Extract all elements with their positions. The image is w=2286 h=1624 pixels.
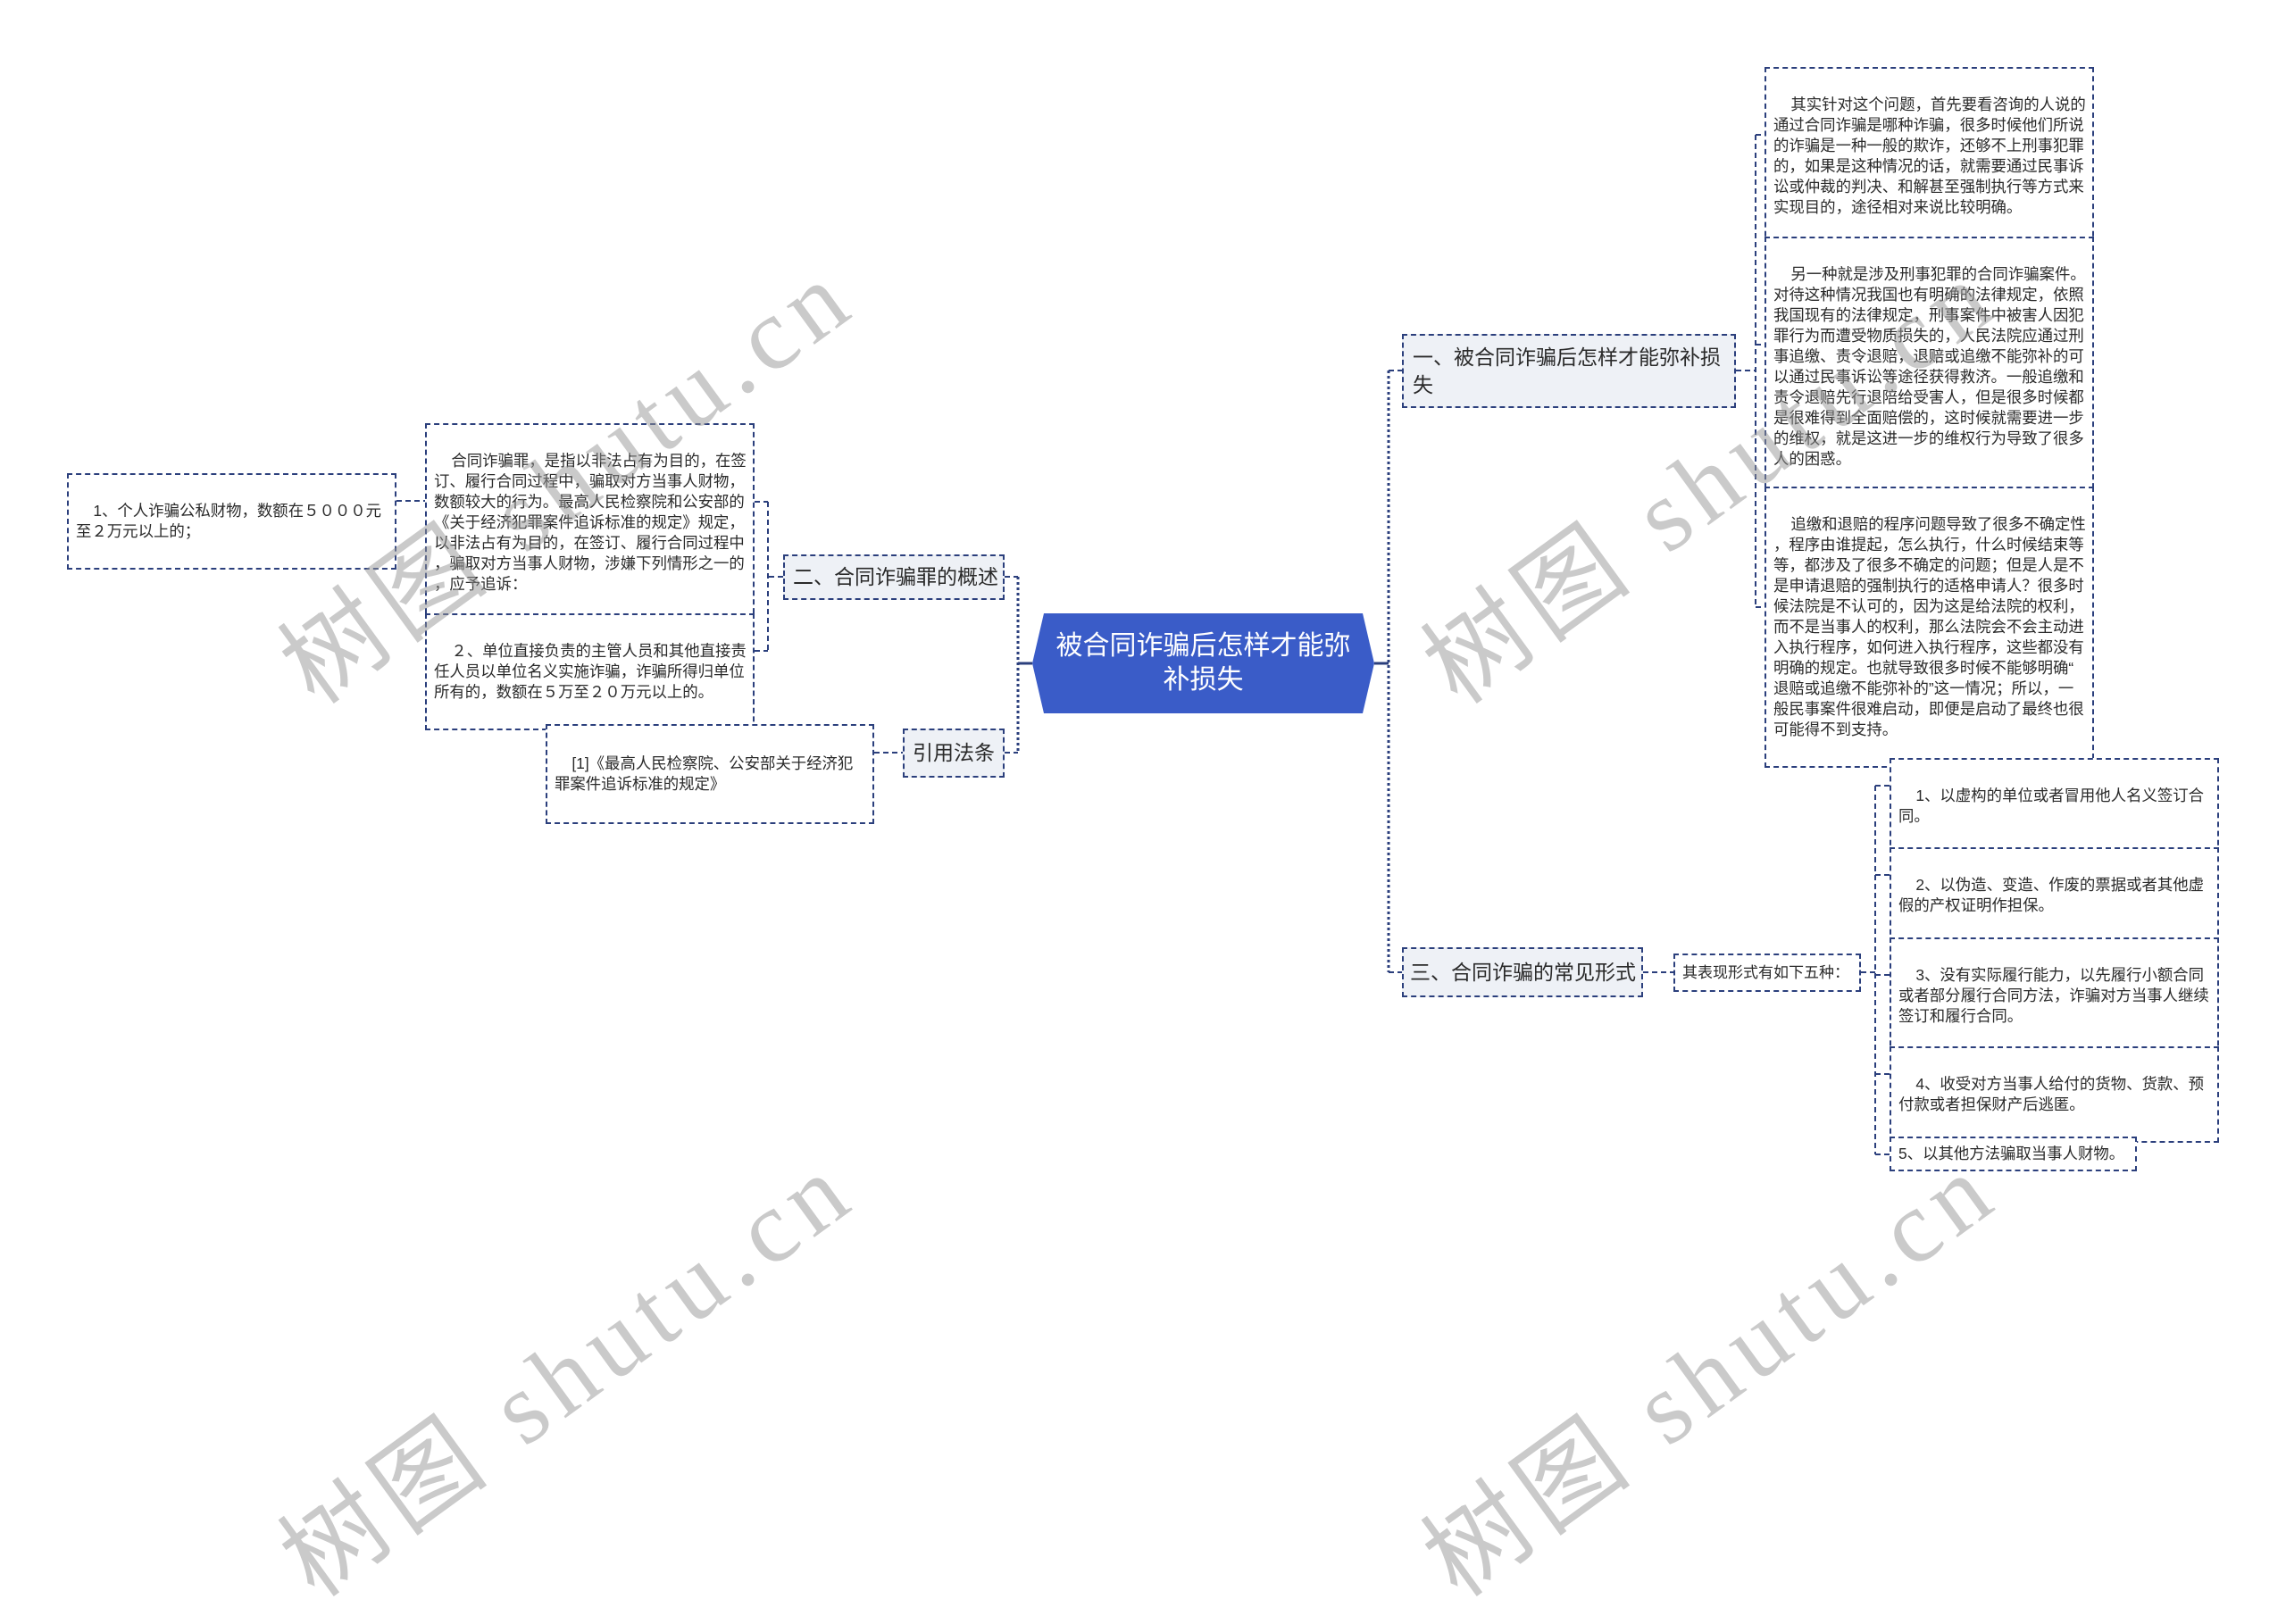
subtopic-five-forms: 其表现形式有如下五种： bbox=[1673, 954, 1861, 992]
note-text: 另一种就是涉及刑事犯罪的合同诈骗案件。对待这种情况我国也有明确的法律规定，依照我… bbox=[1773, 265, 2086, 468]
remedy-note-criminal: 另一种就是涉及刑事犯罪的合同诈骗案件。对待这种情况我国也有明确的法律规定，依照我… bbox=[1765, 237, 2094, 497]
form-item: 2、以伪造、变造、作废的票据或者其他虚假的产权证明作担保。 bbox=[1890, 847, 2219, 944]
remedy-note-procedure: 追缴和退赔的程序问题导致了很多不确定性，程序由谁提起，怎么执行，什么时候结束等等… bbox=[1765, 487, 2094, 768]
form-item: 5、以其他方法骗取当事人财物。 bbox=[1890, 1137, 2138, 1171]
form-item-text: 2、以伪造、变造、作废的票据或者其他虚假的产权证明作担保。 bbox=[1898, 876, 2205, 914]
root-topic: 被合同诈骗后怎样才能弥补损失 bbox=[1032, 613, 1374, 713]
note-text: 追缴和退赔的程序问题导致了很多不确定性，程序由谁提起，怎么执行，什么时候结束等等… bbox=[1773, 515, 2086, 738]
reference-text: [1]《最高人民检察院、公安部关于经济犯罪案件追诉标准的规定》 bbox=[555, 754, 854, 793]
criterion-text: ２、单位直接负责的主管人员和其他直接责任人员以单位名义实施诈骗，诈骗所得归单位所… bbox=[434, 642, 747, 701]
crime-definition: 合同诈骗罪，是指以非法占有为目的，在签订、履行合同过程中，骗取对方当事人财物，数… bbox=[425, 423, 755, 622]
topic-common-forms: 三、合同诈骗的常见形式 bbox=[1402, 947, 1643, 997]
mindmap-canvas: 被合同诈骗后怎样才能弥补损失 一、被合同诈骗后怎样才能弥补损失 其实针对这个问题… bbox=[0, 0, 2286, 1618]
topic-cited-law: 引用法条 bbox=[903, 729, 1005, 778]
remedy-note-civil: 其实针对这个问题，首先要看咨询的人说的通过合同诈骗是哪种诈骗，很多时候他们所说的… bbox=[1765, 67, 2094, 246]
topic-crime-overview: 二、合同诈骗罪的概述 bbox=[783, 554, 1005, 600]
form-item: 1、以虚构的单位或者冒用他人名义签订合同。 bbox=[1890, 758, 2219, 854]
form-item-text: 5、以其他方法骗取当事人财物。 bbox=[1898, 1145, 2125, 1162]
note-text: 其实针对这个问题，首先要看咨询的人说的通过合同诈骗是哪种诈骗，很多时候他们所说的… bbox=[1773, 96, 2086, 216]
form-item: 4、收受对方当事人给付的货物、货款、预付款或者担保财产后逃匿。 bbox=[1890, 1046, 2219, 1143]
prosecution-criterion-unit: ２、单位直接负责的主管人员和其他直接责任人员以单位名义实施诈骗，诈骗所得归单位所… bbox=[425, 613, 755, 730]
cited-law-reference: [1]《最高人民检察院、公安部关于经济犯罪案件追诉标准的规定》 bbox=[546, 724, 874, 824]
criterion-text: 1、个人诈骗公私财物，数额在５０００元至２万元以上的； bbox=[76, 502, 382, 540]
subtopic-label: 其表现形式有如下五种： bbox=[1682, 963, 1849, 981]
form-item: 3、没有实际履行能力，以先履行小额合同或者部分履行合同方法，诈骗对方当事人继续签… bbox=[1890, 937, 2219, 1054]
definition-text: 合同诈骗罪，是指以非法占有为目的，在签订、履行合同过程中，骗取对方当事人财物，数… bbox=[434, 452, 747, 593]
form-item-text: 3、没有实际履行能力，以先履行小额合同或者部分履行合同方法，诈骗对方当事人继续签… bbox=[1898, 966, 2209, 1025]
form-item-text: 1、以虚构的单位或者冒用他人名义签订合同。 bbox=[1898, 787, 2205, 825]
topic-label: 三、合同诈骗的常见形式 bbox=[1410, 960, 1636, 984]
topic-label: 引用法条 bbox=[913, 741, 995, 764]
form-item-text: 4、收受对方当事人给付的货物、货款、预付款或者担保财产后逃匿。 bbox=[1898, 1075, 2205, 1113]
topic-remedy-after-fraud: 一、被合同诈骗后怎样才能弥补损失 bbox=[1402, 334, 1736, 408]
topic-label: 一、被合同诈骗后怎样才能弥补损失 bbox=[1413, 345, 1721, 396]
prosecution-criterion-individual: 1、个人诈骗公私财物，数额在５０００元至２万元以上的； bbox=[67, 473, 396, 570]
topic-label: 二、合同诈骗罪的概述 bbox=[793, 565, 998, 588]
root-topic-label: 被合同诈骗后怎样才能弥补损失 bbox=[1055, 631, 1351, 695]
